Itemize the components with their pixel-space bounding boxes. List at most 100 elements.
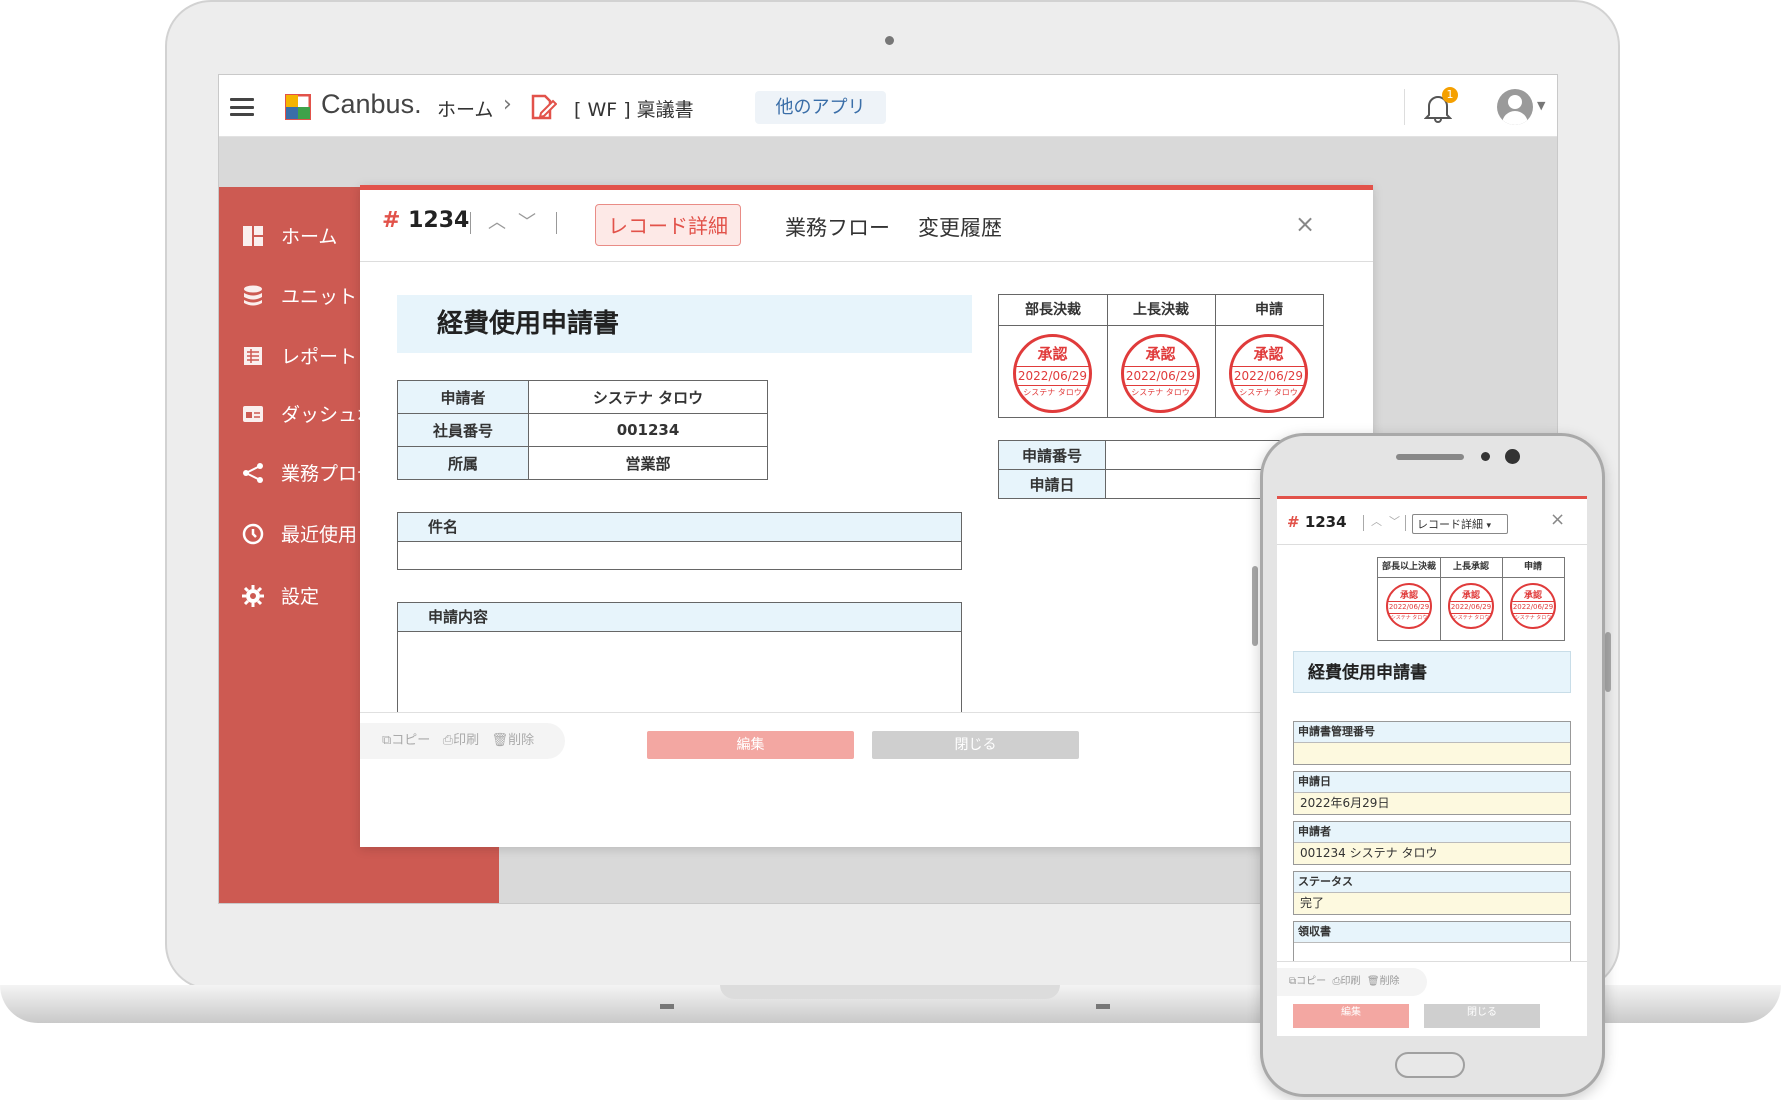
table-label: 所属 bbox=[397, 446, 529, 480]
delete-button[interactable]: 🗑削除 bbox=[1367, 976, 1400, 987]
approval-stamps: 部長決裁 承認 2022/06/29 システナ タロウ 上長決裁 承認 2022/06… bbox=[998, 294, 1324, 418]
delete-button[interactable]: 🗑削除 bbox=[492, 733, 535, 748]
laptop-foot bbox=[660, 1004, 674, 1009]
gear-icon bbox=[242, 584, 264, 607]
sidebar-item-label: ユニット bbox=[281, 286, 358, 308]
document-title: 経費使用申請書 bbox=[397, 295, 972, 353]
breadcrumb-home[interactable]: ホーム bbox=[437, 95, 493, 122]
print-button[interactable]: ⎙印刷 bbox=[443, 733, 479, 748]
tab-business-flow[interactable]: 業務フロー bbox=[785, 212, 890, 242]
print-button[interactable]: ⎙印刷 bbox=[1333, 976, 1361, 987]
flow-icon bbox=[243, 462, 263, 483]
approval-stamp: 承認 2022/06/29 システナ タロウ bbox=[1013, 334, 1092, 413]
chevron-down-icon[interactable]: ▼ bbox=[1537, 99, 1545, 112]
table-row: 社員番号 001234 bbox=[397, 413, 768, 447]
other-apps-button[interactable]: 他のアプリ bbox=[755, 91, 886, 124]
close-button[interactable]: 閉じる bbox=[1424, 1004, 1540, 1028]
chevron-up-icon[interactable]: ︿ bbox=[488, 208, 506, 234]
approval-column: 申請 承認 2022/06/29 システナ タロウ bbox=[1215, 295, 1323, 417]
database-icon bbox=[244, 285, 262, 305]
dashboard-card-icon bbox=[243, 405, 263, 422]
field-application-date[interactable]: 申請日 2022年6月29日 bbox=[1293, 771, 1571, 815]
dashboard-icon bbox=[243, 225, 263, 246]
table-value: システナ タロウ bbox=[528, 380, 768, 414]
phone-side-button bbox=[1605, 632, 1611, 692]
record-view-select[interactable]: レコード詳細 ▾ bbox=[1412, 514, 1508, 534]
phone-camera bbox=[1505, 449, 1520, 464]
field-label: 領収書 bbox=[1294, 922, 1570, 943]
approval-stamp: 承認 2022/06/29 システナ タロウ bbox=[1121, 334, 1200, 413]
subject-label: 件名 bbox=[398, 513, 961, 542]
edit-button[interactable]: 編集 bbox=[647, 731, 854, 759]
breadcrumb-separator: › bbox=[503, 92, 512, 117]
record-number: # 1234 bbox=[382, 208, 470, 233]
field-status[interactable]: ステータス 完了 bbox=[1293, 871, 1571, 915]
record-tools: ⧉コピー ⎙印刷 🗑削除 bbox=[360, 723, 565, 759]
laptop-foot bbox=[1096, 1004, 1110, 1009]
top-bar: Canbus. ホーム › [ WF ] 稟議書 他のアプリ 1 ▼ bbox=[219, 75, 1557, 137]
close-button[interactable]: 閉じる bbox=[872, 731, 1079, 759]
edit-button[interactable]: 編集 bbox=[1293, 1004, 1409, 1028]
sidebar-item-label: レポート bbox=[281, 346, 358, 368]
phone-side-button bbox=[1252, 566, 1258, 646]
field-value: 完了 bbox=[1294, 893, 1570, 914]
phone-home-button[interactable] bbox=[1395, 1052, 1465, 1078]
breadcrumb-app[interactable]: [ WF ] 稟議書 bbox=[574, 95, 694, 122]
record-tools: ⧉コピー ⎙印刷 🗑削除 bbox=[1277, 968, 1427, 996]
approval-title: 上長決裁 bbox=[1107, 295, 1215, 326]
chevron-down-icon[interactable]: ﹀ bbox=[518, 208, 536, 234]
field-label: 申請書管理番号 bbox=[1294, 722, 1570, 743]
record-modal: # 1234 ︿ ﹀ レコード詳細 業務フロー 変更履歴 × 経費使用申請書 申… bbox=[360, 185, 1373, 847]
field-label: 申請日 bbox=[1294, 772, 1570, 793]
record-footer: ⧉コピー ⎙印刷 🗑削除 編集 閉じる bbox=[360, 712, 1373, 847]
phone-screen: # 1234 ︿ ﹀ レコード詳細 ▾ × 部長以上決裁 承認 2022/06/2… bbox=[1277, 496, 1587, 1036]
clock-icon bbox=[242, 523, 264, 544]
phone-sensor bbox=[1481, 452, 1490, 461]
close-icon[interactable]: × bbox=[1550, 509, 1565, 530]
content-label: 申請内容 bbox=[398, 603, 961, 632]
phone-speaker bbox=[1396, 454, 1464, 460]
approval-title: 申請 bbox=[1502, 558, 1564, 578]
subject-field[interactable]: 件名 bbox=[397, 512, 962, 570]
field-value: 2022年6月29日 bbox=[1294, 793, 1570, 814]
avatar-icon[interactable] bbox=[1497, 89, 1533, 125]
tab-record-detail[interactable]: レコード詳細 bbox=[595, 204, 741, 246]
approval-stamp: 承認 2022/06/29 システナ タロウ bbox=[1448, 583, 1494, 629]
table-row: 所属 営業部 bbox=[397, 446, 768, 480]
table-label: 申請者 bbox=[397, 380, 529, 414]
field-label: ステータス bbox=[1294, 872, 1570, 893]
approval-stamp: 承認 2022/06/29 システナ タロウ bbox=[1510, 583, 1556, 629]
field-management-number[interactable]: 申請書管理番号 bbox=[1293, 721, 1571, 765]
record-number: # 1234 bbox=[1287, 513, 1347, 531]
record-header: # 1234 ︿ ﹀ レコード詳細 業務フロー 変更履歴 × bbox=[360, 190, 1373, 262]
close-icon[interactable]: × bbox=[1295, 210, 1315, 238]
field-value bbox=[1294, 743, 1570, 764]
chevron-down-icon[interactable]: ﹀ bbox=[1389, 513, 1400, 529]
canbus-logo-icon bbox=[285, 94, 311, 120]
copy-button[interactable]: ⧉コピー bbox=[382, 733, 430, 748]
menu-icon[interactable] bbox=[230, 98, 254, 116]
laptop-notch bbox=[720, 985, 1060, 999]
approval-stamp: 承認 2022/06/29 システナ タロウ bbox=[1229, 334, 1308, 413]
approval-column: 上長承認 承認 2022/06/29 システナ タロウ bbox=[1440, 558, 1503, 640]
approval-stamp: 承認 2022/06/29 システナ タロウ bbox=[1386, 583, 1432, 629]
table-label: 社員番号 bbox=[397, 413, 529, 447]
tab-change-history[interactable]: 変更履歴 bbox=[918, 212, 1002, 242]
sidebar-item-label: ホーム bbox=[281, 226, 338, 248]
approval-column: 申請 承認 2022/06/29 システナ タロウ bbox=[1502, 558, 1564, 640]
sidebar-item-label: 設定 bbox=[281, 586, 320, 608]
field-applicant[interactable]: 申請者 001234 システナ タロウ bbox=[1293, 821, 1571, 865]
logo-text[interactable]: Canbus. bbox=[321, 89, 422, 120]
divider bbox=[556, 212, 557, 234]
approval-column: 上長決裁 承認 2022/06/29 システナ タロウ bbox=[1107, 295, 1216, 417]
table-row: 申請者 システナ タロウ bbox=[397, 380, 768, 414]
copy-button[interactable]: ⧉コピー bbox=[1289, 976, 1326, 987]
table-value: 営業部 bbox=[528, 446, 768, 480]
divider bbox=[1363, 515, 1364, 531]
table-label: 申請番号 bbox=[998, 440, 1106, 470]
approval-stamps: 部長以上決裁 承認 2022/06/29 システナ タロウ 上長承認 承認 2022/… bbox=[1377, 557, 1565, 641]
header-divider bbox=[1404, 89, 1405, 125]
approval-column: 部長決裁 承認 2022/06/29 システナ タロウ bbox=[999, 295, 1108, 417]
chevron-up-icon[interactable]: ︿ bbox=[1371, 513, 1382, 529]
applicant-info-table: 申請者 システナ タロウ 社員番号 001234 所属 営業部 bbox=[397, 380, 768, 480]
